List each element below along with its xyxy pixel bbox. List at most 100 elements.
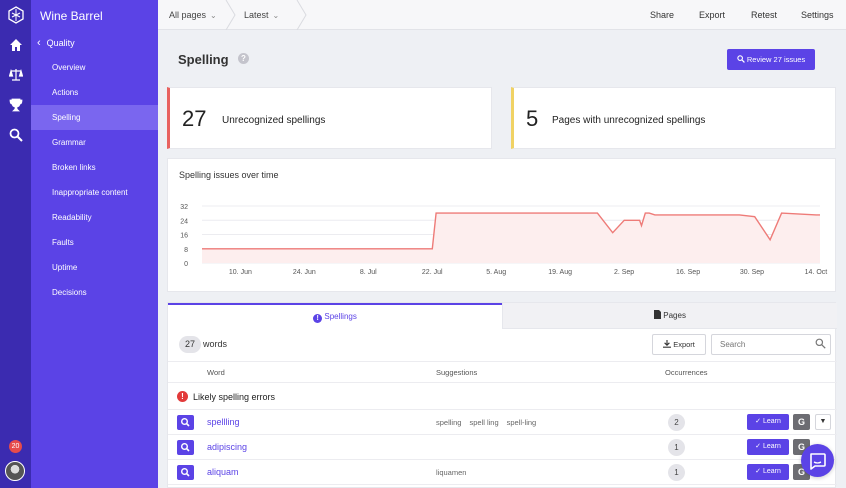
learn-label: Learn	[762, 418, 781, 425]
tab-spellings-label: Spellings	[324, 312, 357, 321]
chevron-left-icon: ‹	[37, 37, 41, 49]
breadcrumb-separator	[225, 0, 236, 30]
top-bar: All pages ⌄ Latest ⌄ Share Export Retest S…	[158, 0, 846, 30]
scale-icon[interactable]	[0, 68, 31, 85]
chat-launcher-button[interactable]	[801, 444, 834, 477]
suggestion[interactable]: spell-ling	[507, 418, 537, 427]
row-menu-button[interactable]: ▼	[815, 414, 831, 430]
sidebar-item-actions[interactable]: Actions	[31, 80, 158, 105]
suggestion[interactable]: spell ling	[469, 418, 498, 427]
learn-label: Learn	[762, 443, 781, 450]
caret-down-icon: ▼	[819, 418, 827, 425]
sidebar-nav: Overview Actions Spelling Grammar Broken…	[31, 55, 158, 305]
search-icon	[737, 55, 745, 63]
y-tick-label: 0	[184, 261, 188, 268]
spelling-issues-chart: 32 24 16 8 0 10. Jun 24. Jun 8. Jul 22. Jul 5. Au…	[180, 204, 828, 276]
inspect-button[interactable]	[177, 440, 194, 455]
suggestion[interactable]: liquamen	[436, 468, 466, 477]
download-icon	[663, 340, 672, 348]
inspect-button[interactable]	[177, 415, 194, 430]
stat-label: Unrecognized spellings	[222, 115, 326, 126]
tab-spellings[interactable]: ! Spellings	[168, 303, 502, 329]
trophy-icon[interactable]	[0, 98, 31, 115]
x-tick-label: 30. Sep	[740, 269, 764, 276]
chevron-down-icon: ⌄	[210, 11, 217, 20]
share-button[interactable]: Share	[650, 0, 674, 30]
stat-value: 5	[526, 106, 539, 131]
learn-button[interactable]: ✓ Learn	[747, 464, 789, 480]
sidebar-item-spelling[interactable]: Spelling	[31, 105, 158, 130]
sidebar-item-uptime[interactable]: Uptime	[31, 255, 158, 280]
suggestion[interactable]: spelling	[436, 418, 461, 427]
y-tick-label: 32	[180, 204, 188, 211]
column-header-suggestions[interactable]: Suggestions	[436, 368, 477, 377]
sidebar-item-decisions[interactable]: Decisions	[31, 280, 158, 305]
pages-filter-dropdown[interactable]: All pages ⌄	[169, 0, 217, 30]
search-icon[interactable]	[0, 128, 31, 145]
search-box	[711, 334, 831, 355]
x-tick-label: 19. Aug	[548, 269, 572, 276]
page-icon	[654, 310, 662, 319]
back-link[interactable]: ‹ Quality	[37, 37, 75, 49]
x-tick-label: 22. Jul	[422, 269, 443, 276]
pages-filter-label: All pages	[169, 10, 207, 20]
home-icon[interactable]	[0, 38, 31, 55]
occurrence-count: 2	[668, 414, 685, 431]
retest-button[interactable]: Retest	[751, 0, 777, 30]
info-icon: !	[313, 314, 323, 323]
stat-label: Pages with unrecognized spellings	[552, 115, 706, 126]
sidebar-item-overview[interactable]: Overview	[31, 55, 158, 80]
table-export-button[interactable]: Export	[652, 334, 706, 355]
suggestions-list: spelling spell ling spell-ling	[436, 418, 544, 427]
review-issues-button[interactable]: Review 27 issues	[727, 49, 815, 70]
chat-icon	[810, 453, 826, 470]
error-icon: !	[177, 391, 188, 402]
sidebar-item-broken-links[interactable]: Broken links	[31, 155, 158, 180]
logo-icon[interactable]	[0, 6, 31, 27]
x-tick-label: 5. Aug	[486, 269, 506, 276]
x-tick-label: 14. Oct	[805, 269, 828, 276]
stat-card-unrecognized: 27 Unrecognized spellings	[167, 87, 492, 149]
tab-bar: ! Spellings Pages	[168, 303, 837, 329]
settings-button[interactable]: Settings	[801, 0, 834, 30]
column-header-occurrences[interactable]: Occurrences	[665, 368, 708, 377]
tab-pages[interactable]: Pages	[502, 303, 837, 329]
brand-name: Wine Barrel	[40, 9, 103, 23]
tab-pages-label: Pages	[663, 311, 686, 320]
sidebar-item-faults[interactable]: Faults	[31, 230, 158, 255]
table-header: Word Suggestions Occurrences	[168, 361, 837, 383]
learn-button[interactable]: ✓ Learn	[747, 439, 789, 455]
search-icon[interactable]	[815, 338, 826, 349]
page-title: Spelling	[178, 52, 229, 67]
x-tick-label: 8. Jul	[360, 269, 377, 276]
sidebar-item-grammar[interactable]: Grammar	[31, 130, 158, 155]
google-search-button[interactable]: G	[793, 414, 810, 430]
x-tick-label: 2. Sep	[614, 269, 634, 276]
column-header-word[interactable]: Word	[207, 368, 225, 377]
word-link[interactable]: adipiscing	[207, 442, 247, 452]
word-link[interactable]: aliquam	[207, 467, 239, 477]
export-button[interactable]: Export	[699, 0, 725, 30]
table-export-label: Export	[673, 340, 695, 349]
version-filter-dropdown[interactable]: Latest ⌄	[244, 0, 279, 30]
search-input[interactable]	[712, 335, 812, 354]
check-icon: ✓	[755, 468, 761, 475]
sidebar-item-inappropriate-content[interactable]: Inappropriate content	[31, 180, 158, 205]
inspect-button[interactable]	[177, 465, 194, 480]
word-link[interactable]: spellling	[207, 417, 240, 427]
breadcrumb-separator	[296, 0, 307, 30]
group-label: Likely spelling errors	[193, 392, 276, 402]
check-icon: ✓	[755, 443, 761, 450]
notification-badge[interactable]: 20	[9, 440, 22, 453]
back-link-label: Quality	[46, 38, 75, 48]
icon-rail: 20	[0, 0, 31, 488]
help-icon[interactable]: ?	[238, 53, 249, 64]
review-issues-label: Review 27 issues	[746, 55, 806, 64]
stat-card-pages: 5 Pages with unrecognized spellings	[511, 87, 836, 149]
issues-table-card: ! Spellings Pages 27 words Export Word S…	[167, 302, 837, 488]
suggestions-list: liquamen	[436, 468, 474, 477]
learn-button[interactable]: ✓ Learn	[747, 414, 789, 430]
avatar[interactable]	[5, 461, 25, 481]
x-tick-label: 10. Jun	[229, 269, 252, 276]
sidebar-item-readability[interactable]: Readability	[31, 205, 158, 230]
